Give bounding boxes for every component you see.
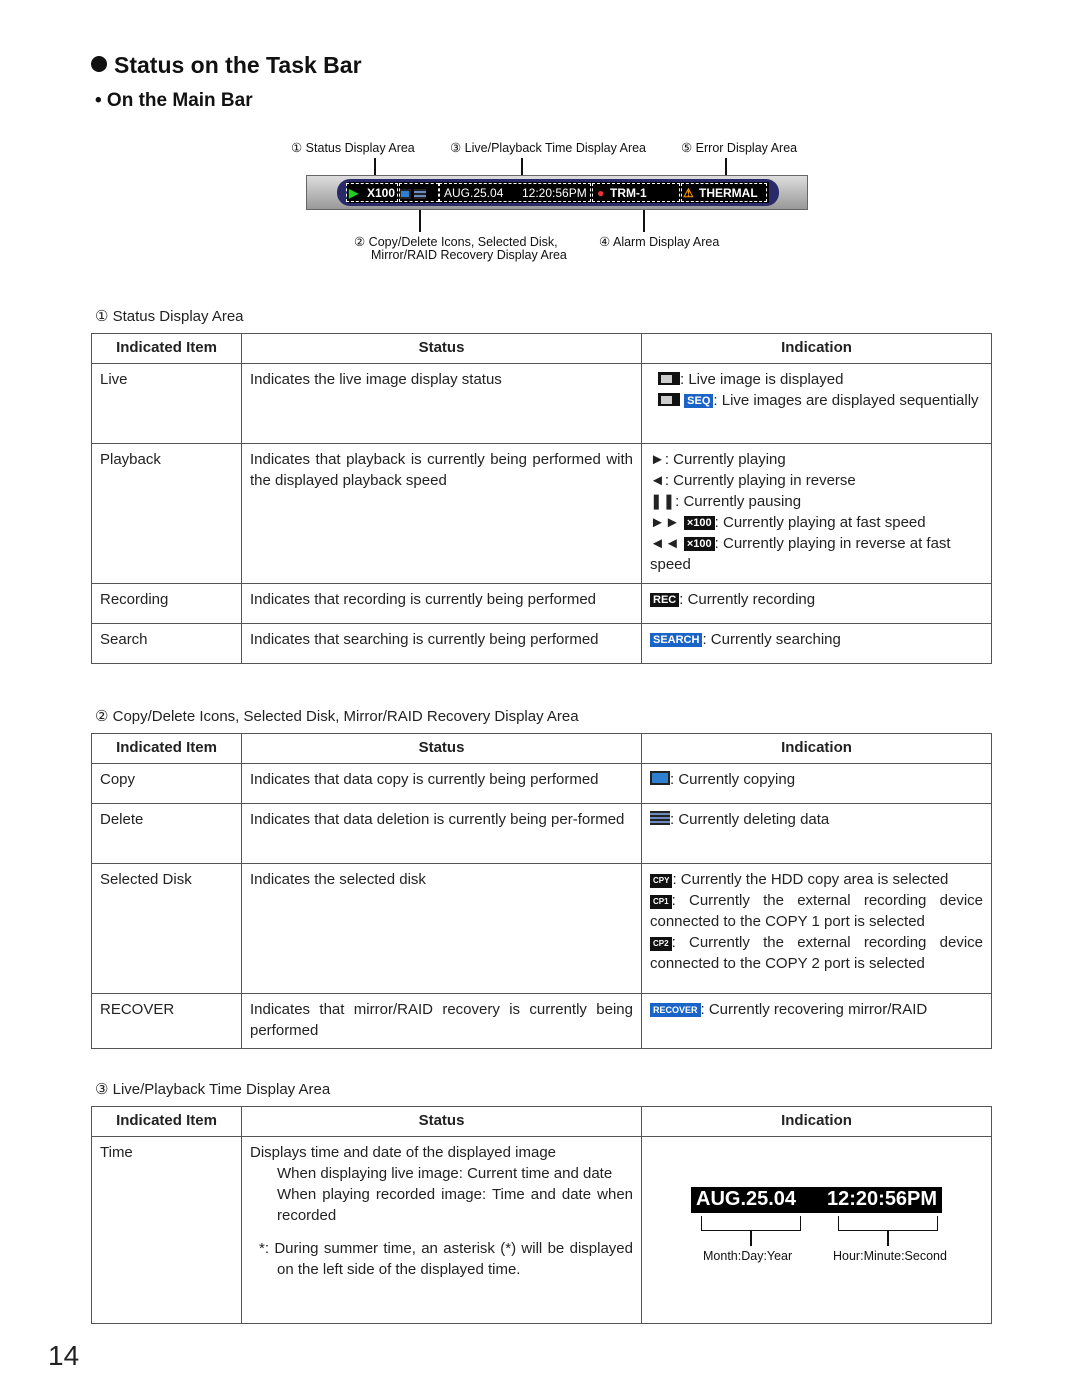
callout-copy: ② Copy/Delete Icons, Selected Disk,: [354, 235, 558, 249]
table-row: RECOVER Indicates that mirror/RAID recove…: [91, 993, 992, 1049]
callout-alarm: ④ Alarm Display Area: [599, 235, 720, 249]
callout-time: ③ Live/Playback Time Display Area: [450, 141, 647, 155]
callout-error: ⑤ Error Display Area: [681, 141, 798, 155]
table-row: Copy Indicates that data copy is currentl…: [91, 763, 992, 804]
callout-copy-2: Mirror/RAID Recovery Display Area: [371, 248, 567, 262]
manual-page: Status on the Task Bar • On the Main Bar…: [0, 0, 1080, 1399]
page-subtitle: • On the Main Bar: [95, 90, 253, 111]
section-heading: ③ Live/Playback Time Display Area: [95, 1081, 331, 1098]
page-title: Status on the Task Bar: [91, 52, 362, 79]
copy-icon: [650, 771, 670, 785]
time-format-label: Hour:Minute:Second: [833, 1249, 947, 1263]
section-heading: ② Copy/Delete Icons, Selected Disk, Mirr…: [95, 708, 579, 725]
table-row: Recording Indicates that recording is cur…: [91, 583, 992, 624]
main-taskbar: ▶ X100 AUG.25.04 12:20:56PM ● TRM-1 ⚠ TH…: [306, 175, 808, 210]
page-number: 14: [48, 1340, 80, 1371]
copy-table: Indicated Item Status Indication Copy Indic…: [91, 733, 992, 1049]
table-row: Live Indicates the live image display sta…: [91, 363, 992, 444]
camera-icon: [658, 372, 680, 385]
table-row: Search Indicates that searching is curren…: [91, 623, 992, 664]
table-row: Playback Indicates that playback is curre…: [91, 443, 992, 584]
time-table: Indicated Item Status Indication Time Disp…: [91, 1106, 992, 1324]
section-heading: ① Status Display Area: [95, 308, 244, 325]
date-format-label: Month:Day:Year: [703, 1249, 793, 1263]
table-row: Selected Disk Indicates the selected disk…: [91, 863, 992, 994]
table-row: Delete Indicates that data deletion is cu…: [91, 803, 992, 864]
callout-status: ① Status Display Area: [291, 141, 415, 155]
time-display: AUG.25.04 12:20:56PM: [691, 1187, 942, 1213]
camera-icon: [658, 393, 680, 406]
delete-icon: [650, 811, 670, 825]
status-table: Indicated Item Status Indication Live Indic…: [91, 333, 992, 664]
